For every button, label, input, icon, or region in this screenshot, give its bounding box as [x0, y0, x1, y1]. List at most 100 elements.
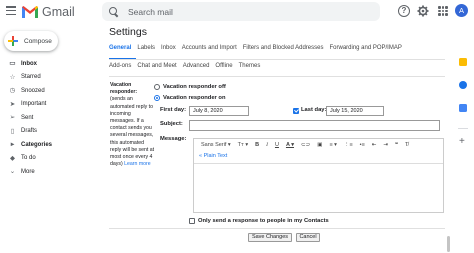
search-input[interactable]: Search mail [128, 7, 173, 17]
label-important-icon: ➤ [9, 100, 16, 108]
message-editor[interactable]: Sans Serif ▾ TT ▾ B I U A ▾ ⊂⊃ ▣ ≡ ▾ ⋮≡ … [193, 138, 444, 213]
section-divider [109, 76, 445, 77]
first-day-label: First day: [160, 107, 187, 113]
message-body-area[interactable] [194, 163, 443, 213]
sidebar-nav: ▭ Inbox ☆ Starred ◷ Snoozed ➤ Important … [0, 57, 100, 179]
sidebar-item-categories[interactable]: ▸ Categories [0, 138, 100, 152]
star-icon: ☆ [9, 73, 16, 81]
vacation-on-option[interactable]: Vacation responder on [154, 95, 226, 101]
gmail-settings-window: Gmail Search mail ? A Compose ▭ Inbox ☆ … [0, 0, 474, 253]
avatar[interactable]: A [455, 4, 468, 17]
font-size-icon[interactable]: TT ▾ [238, 141, 248, 149]
add-ons-plus-icon[interactable]: + [459, 137, 465, 147]
message-label: Message: [160, 136, 187, 142]
tab-themes[interactable]: Themes [239, 63, 261, 75]
contacts-only-option[interactable]: Only send a response to people in my Con… [189, 218, 329, 224]
clock-icon: ◷ [9, 87, 16, 95]
link-icon[interactable]: ⊂⊃ [301, 141, 310, 149]
image-icon[interactable]: ▣ [317, 141, 322, 149]
bulleted-list-icon[interactable]: •≡ [360, 141, 365, 149]
gear-icon[interactable] [417, 5, 429, 17]
tasks-icon[interactable] [459, 81, 467, 89]
indent-more-icon[interactable]: ⇥ [383, 141, 388, 149]
vacation-off-option[interactable]: Vacation responder off [154, 84, 226, 90]
subject-label: Subject: [160, 121, 183, 127]
send-icon: ➢ [9, 114, 16, 122]
tab-filters[interactable]: Filters and Blocked Addresses [243, 45, 324, 57]
page-title: Settings [109, 26, 147, 38]
main-menu-icon[interactable] [6, 6, 16, 15]
chevron-down-icon: ⌄ [9, 168, 16, 176]
plain-text-link[interactable]: « Plain Text [199, 153, 227, 159]
settings-tabs-row-2: Add-ons Chat and Meet Advanced Offline T… [109, 63, 260, 75]
vacation-on-radio[interactable] [154, 95, 160, 101]
contacts-only-label: Only send a response to people in my Con… [198, 218, 329, 224]
indent-less-icon[interactable]: ⇤ [372, 141, 377, 149]
bold-icon[interactable]: B [255, 141, 259, 149]
tab-inbox[interactable]: Inbox [161, 45, 176, 57]
sidebar-item-label: Drafts [21, 128, 38, 135]
footer-divider [109, 228, 445, 229]
tab-add-ons[interactable]: Add-ons [109, 63, 131, 75]
compose-button[interactable]: Compose [4, 31, 58, 51]
sidebar-item-label: Starred [21, 74, 41, 81]
sidebar-item-label: Snoozed [21, 87, 45, 94]
sidebar-item-starred[interactable]: ☆ Starred [0, 71, 100, 85]
tab-general[interactable]: General [109, 45, 131, 57]
scrollbar[interactable] [447, 236, 450, 252]
tabs-divider [109, 59, 445, 60]
last-day-field[interactable]: July 15, 2020 [326, 106, 384, 116]
inbox-icon: ▭ [9, 60, 16, 68]
remove-formatting-icon[interactable]: T̸ [405, 141, 408, 149]
top-bar: Gmail Search mail ? A [0, 0, 474, 24]
save-changes-button[interactable]: Save Changes [248, 233, 292, 242]
formatting-toolbar: Sans Serif ▾ TT ▾ B I U A ▾ ⊂⊃ ▣ ≡ ▾ ⋮≡ … [194, 139, 443, 150]
sidebar-item-inbox[interactable]: ▭ Inbox [0, 57, 100, 71]
help-icon[interactable]: ? [398, 5, 410, 17]
subject-field[interactable] [189, 120, 440, 131]
keep-icon[interactable] [459, 58, 467, 66]
sidebar-item-label: Important [21, 101, 47, 108]
contacts-only-checkbox[interactable] [189, 218, 195, 224]
google-apps-icon[interactable] [438, 6, 448, 16]
last-day-label: Last day: [301, 107, 327, 113]
tab-advanced[interactable]: Advanced [183, 63, 210, 75]
tab-forwarding[interactable]: Forwarding and POP/IMAP [329, 45, 401, 57]
font-family-select[interactable]: Sans Serif ▾ [201, 141, 231, 149]
sidebar-item-sent[interactable]: ➢ Sent [0, 111, 100, 125]
sidebar-item-label: Inbox [21, 60, 37, 67]
tab-accounts-and-import[interactable]: Accounts and Import [182, 45, 237, 57]
search-bar[interactable]: Search mail [102, 2, 380, 21]
gmail-m-icon [22, 5, 38, 18]
side-panel: + [452, 24, 474, 253]
cancel-button[interactable]: Cancel [296, 233, 320, 242]
sidebar-item-more[interactable]: ⌄ More [0, 165, 100, 179]
last-day-checkbox[interactable] [293, 108, 299, 114]
tab-chat-and-meet[interactable]: Chat and Meet [137, 63, 176, 75]
sidebar-item-important[interactable]: ➤ Important [0, 98, 100, 112]
app-name: Gmail [42, 4, 75, 19]
quote-icon[interactable]: ❝ [395, 141, 398, 149]
first-day-field[interactable]: July 8, 2020 [189, 106, 249, 116]
sidebar-item-drafts[interactable]: ▯ Drafts [0, 125, 100, 139]
calendar-icon[interactable] [459, 104, 467, 112]
numbered-list-icon[interactable]: ⋮≡ [344, 141, 353, 149]
text-color-icon[interactable]: A ▾ [286, 141, 294, 149]
search-icon[interactable] [109, 6, 119, 17]
underline-icon[interactable]: U [275, 141, 279, 149]
gmail-logo[interactable]: Gmail [22, 3, 75, 20]
vacation-responder-description: (sends an automated reply to incoming me… [110, 96, 155, 168]
label-icon: ◆ [10, 154, 15, 162]
sidebar-item-to-do[interactable]: ◆ To do [0, 152, 100, 166]
italic-icon[interactable]: I [266, 141, 268, 149]
settings-tabs-row-1: General Labels Inbox Accounts and Import… [109, 45, 402, 57]
tab-offline[interactable]: Offline [215, 63, 232, 75]
sidebar-item-snoozed[interactable]: ◷ Snoozed [0, 84, 100, 98]
chevron-right-icon: ▸ [10, 141, 15, 149]
align-icon[interactable]: ≡ ▾ [329, 141, 337, 149]
vacation-responder-label: Vacation responder: (sends an automated … [110, 82, 156, 168]
vacation-off-radio[interactable] [154, 84, 160, 90]
learn-more-link[interactable]: Learn more [124, 161, 151, 167]
draft-icon: ▯ [10, 127, 15, 135]
tab-labels[interactable]: Labels [137, 45, 155, 57]
